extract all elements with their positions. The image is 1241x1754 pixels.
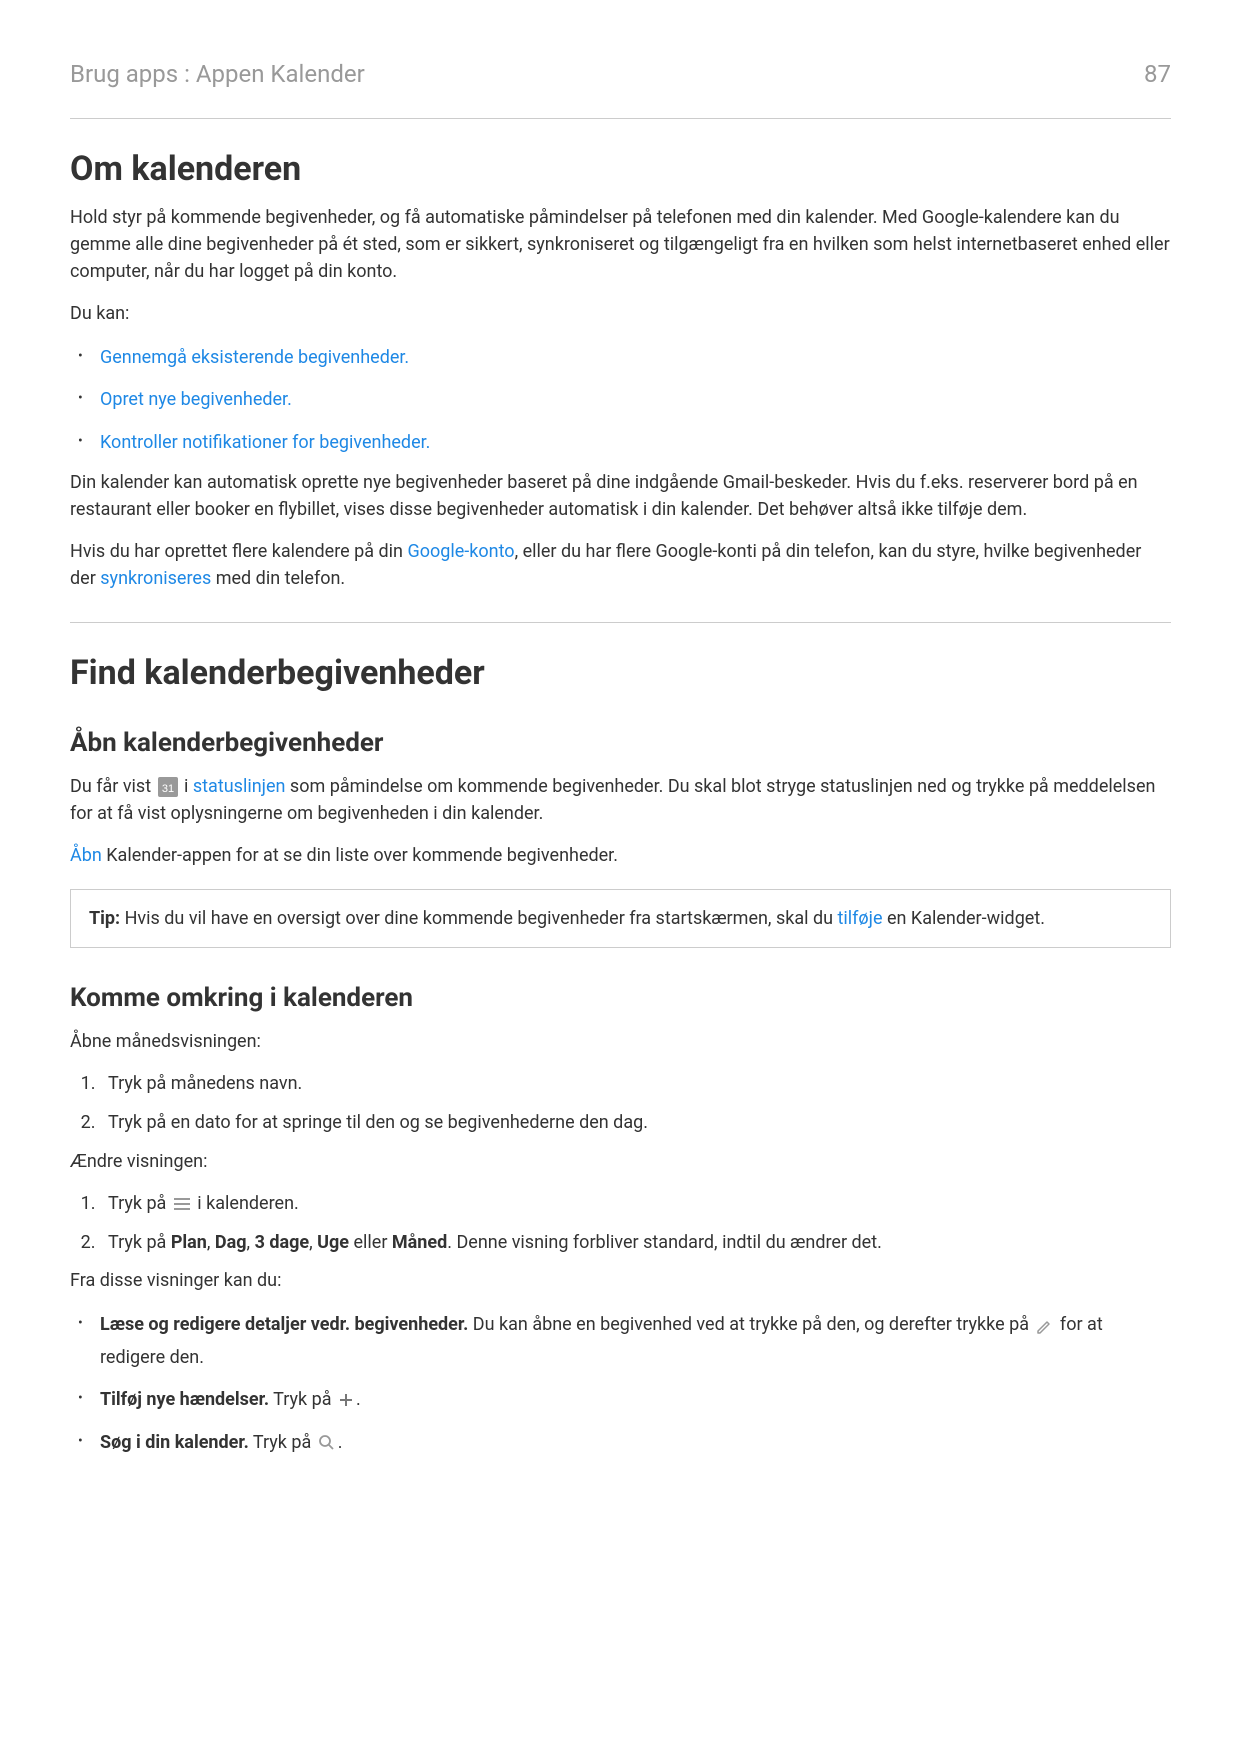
breadcrumb: Brug apps : Appen Kalender: [70, 60, 365, 88]
open-month-steps: Tryk på månedens navn. Tryk på en dato f…: [70, 1070, 1171, 1138]
from-views-label: Fra disse visninger kan du:: [70, 1267, 1171, 1294]
link-statusbar[interactable]: statuslinjen: [193, 776, 286, 797]
multi-calendar-paragraph: Hvis du har oprettet flere kalendere på …: [70, 538, 1171, 592]
link-sync[interactable]: synkroniseres: [100, 568, 211, 589]
subsection-title-open: Åbn kalenderbegivenheder: [70, 728, 1171, 758]
subsection-title-navigate: Komme omkring i kalenderen: [70, 983, 1171, 1013]
list-item: Gennemgå eksisterende begivenheder.: [70, 342, 1171, 374]
intro-paragraph: Hold styr på kommende begivenheder, og f…: [70, 204, 1171, 285]
link-create-events[interactable]: Opret nye begivenheder.: [100, 389, 292, 410]
section-title-about: Om kalenderen: [70, 149, 1171, 189]
section-title-find: Find kalenderbegivenheder: [70, 653, 1171, 693]
menu-icon: [173, 1197, 191, 1211]
link-open[interactable]: Åbn: [70, 845, 102, 866]
list-item: Opret nye begivenheder.: [70, 384, 1171, 416]
page-number: 87: [1144, 60, 1171, 88]
list-item: Tryk på en dato for at springe til den o…: [100, 1109, 1171, 1138]
link-review-events[interactable]: Gennemgå eksisterende begivenheder.: [100, 347, 409, 368]
list-item: Tryk på månedens navn.: [100, 1070, 1171, 1099]
open-events-paragraph: Du får vist 31 i statuslinjen som påmind…: [70, 773, 1171, 827]
open-app-paragraph: Åbn Kalender-appen for at se din liste o…: [70, 842, 1171, 869]
pencil-icon: [1035, 1317, 1053, 1335]
tip-callout: Tip: Hvis du vil have en oversigt over d…: [70, 889, 1171, 948]
plus-icon: [338, 1392, 354, 1408]
list-item: Tilføj nye hændelser. Tryk på .: [70, 1384, 1171, 1416]
svg-text:31: 31: [161, 783, 173, 795]
change-view-steps: Tryk på i kalenderen. Tryk på Plan, Dag,…: [70, 1190, 1171, 1258]
divider: [70, 118, 1171, 119]
list-item: Læse og redigere detaljer vedr. begivenh…: [70, 1309, 1171, 1374]
you-can-label: Du kan:: [70, 300, 1171, 327]
list-item: Tryk på Plan, Dag, 3 dage, Uge eller Mån…: [100, 1229, 1171, 1258]
change-view-label: Ændre visningen:: [70, 1148, 1171, 1175]
link-google-account[interactable]: Google-konto: [407, 541, 514, 562]
link-add-widget[interactable]: tilføje: [838, 908, 883, 929]
auto-events-paragraph: Din kalender kan automatisk oprette nye …: [70, 469, 1171, 523]
list-item: Søg i din kalender. Tryk på .: [70, 1427, 1171, 1459]
calendar-31-icon: 31: [158, 777, 178, 797]
actions-list: Læse og redigere detaljer vedr. begivenh…: [70, 1309, 1171, 1459]
you-can-list: Gennemgå eksisterende begivenheder. Opre…: [70, 342, 1171, 459]
open-month-label: Åbne månedsvisningen:: [70, 1028, 1171, 1055]
list-item: Kontroller notifikationer for begivenhed…: [70, 427, 1171, 459]
list-item: Tryk på i kalenderen.: [100, 1190, 1171, 1219]
page-header: Brug apps : Appen Kalender 87: [70, 60, 1171, 88]
tip-label: Tip:: [89, 908, 120, 929]
search-icon: [318, 1434, 336, 1452]
divider: [70, 622, 1171, 623]
link-control-notifications[interactable]: Kontroller notifikationer for begivenhed…: [100, 432, 430, 453]
